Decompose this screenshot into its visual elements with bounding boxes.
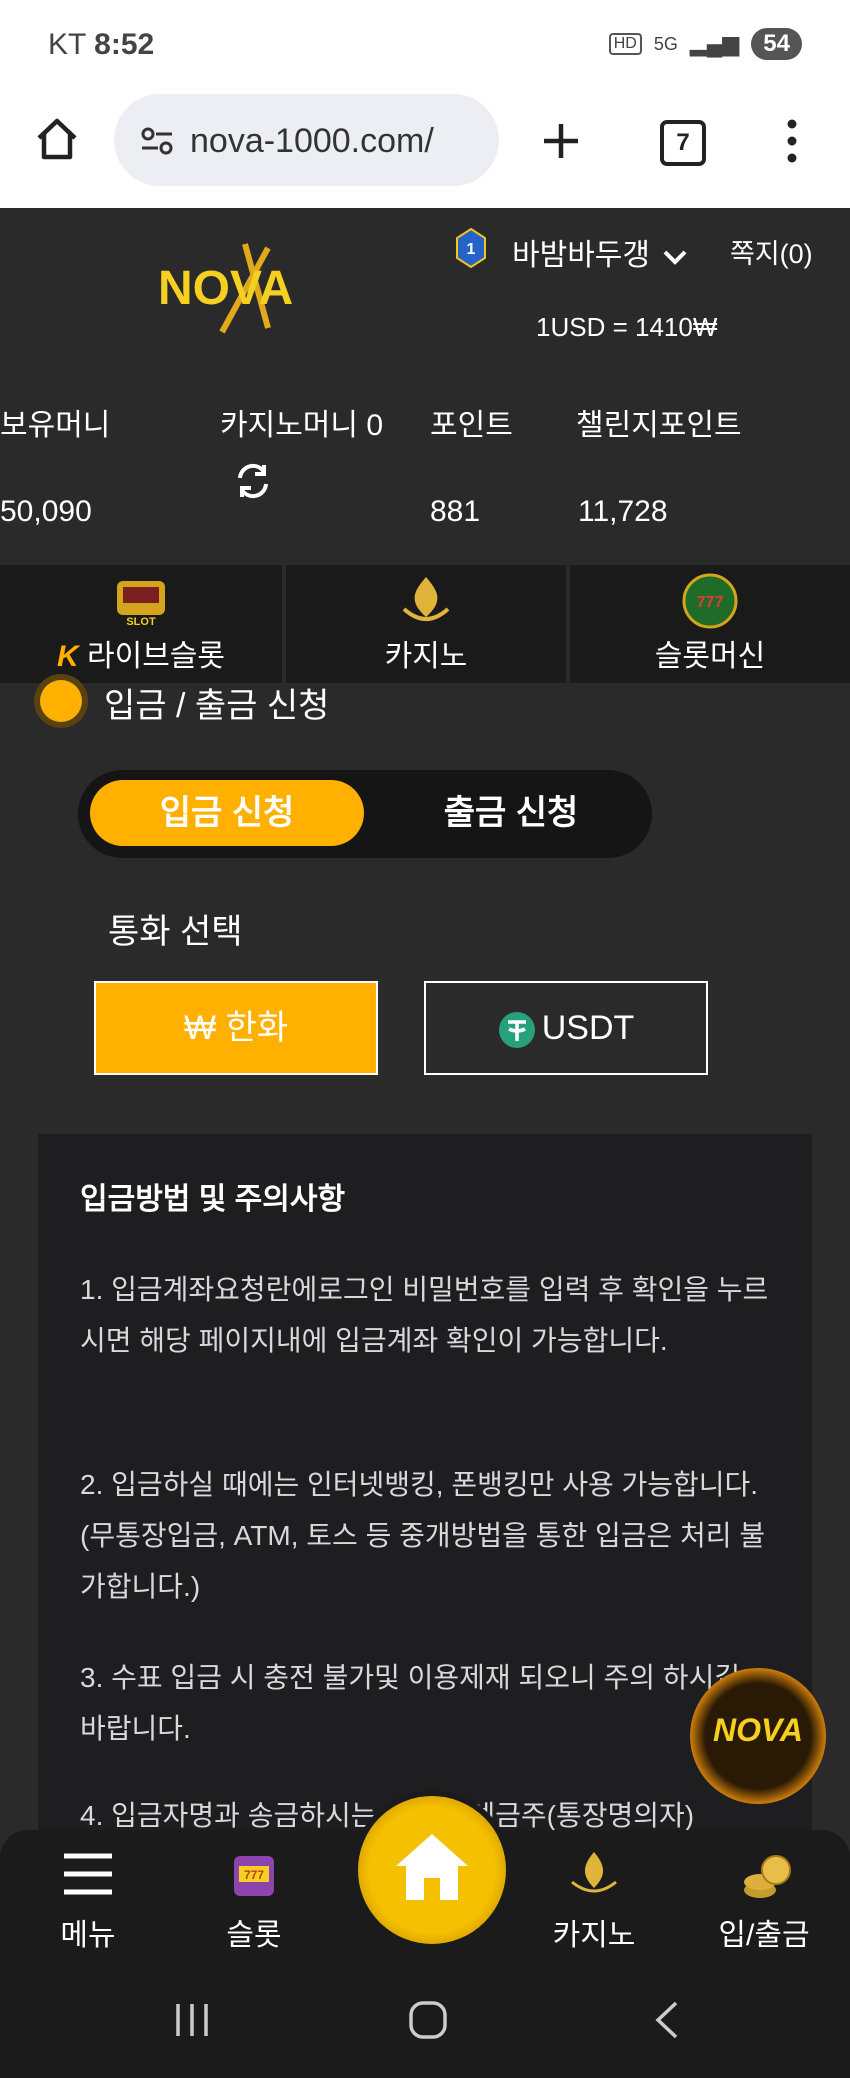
- nova-logo[interactable]: NOVA: [150, 238, 340, 338]
- usdt-label: USDT: [541, 1009, 635, 1047]
- currency-usdt-button[interactable]: USDT: [424, 981, 708, 1075]
- exchange-rate: 1USD = 1410₩: [536, 312, 718, 342]
- clock: 8:52: [94, 28, 155, 61]
- notice-title: 입금방법 및 주의사항: [80, 1183, 346, 1216]
- bottom-nav-deposit-withdraw[interactable]: 입/출금: [694, 1848, 834, 1958]
- menu-icon: [64, 1853, 112, 1895]
- floating-logo-text: NOVA: [712, 1712, 804, 1748]
- live-slot-icon: SLOT: [117, 581, 165, 628]
- notice-item: 3. 수표 입금 시 충전 불가및 이용제재 되오니 주의 하시길 바랍니다.: [80, 1662, 741, 1744]
- recent-apps-icon[interactable]: [172, 2002, 212, 2038]
- balance-label-challenge: 챌린지포인트: [576, 409, 742, 442]
- site-settings-icon[interactable]: [140, 126, 174, 156]
- new-tab-icon[interactable]: [540, 120, 582, 162]
- bottom-nav-label: 메뉴: [60, 1919, 116, 1952]
- 5g-icon: 5G: [653, 33, 678, 54]
- balance-label-money: 보유머니: [0, 409, 111, 442]
- game-nav-label: 카지노: [384, 640, 468, 673]
- home-icon: [396, 1834, 468, 1900]
- balance-label-point: 포인트: [430, 409, 513, 442]
- svg-text:777: 777: [244, 1868, 264, 1882]
- bottom-nav-label: 슬롯: [226, 1919, 282, 1952]
- status-carrier: KT 8:52: [48, 28, 154, 62]
- notice-item: 1. 입금계좌요청란에로그인 비밀번호를 입력 후 확인을 누르시면 해당 페이…: [80, 1274, 769, 1356]
- signal-icon: ▂▄▆: [689, 31, 740, 56]
- tab-switcher-button[interactable]: 7: [660, 120, 706, 166]
- status-icons: HD 5G ▂▄▆ 54: [608, 28, 802, 60]
- k-logo: K: [56, 640, 79, 673]
- status-bar: KT 8:52 HD 5G ▂▄▆ 54: [0, 0, 850, 90]
- slot-icon: 777: [234, 1856, 274, 1896]
- game-nav-casino[interactable]: 카지노: [286, 565, 566, 683]
- svg-text:SLOT: SLOT: [126, 616, 156, 628]
- chevron-down-icon: [663, 250, 687, 265]
- balance-label-casino: 카지노머니 0: [220, 409, 384, 442]
- hd-icon: HD: [608, 33, 642, 55]
- username-dropdown[interactable]: 바밤바두갱: [512, 230, 688, 274]
- bottom-nav-home[interactable]: [352, 1790, 512, 1950]
- balance-value-money: 50,090: [0, 495, 92, 528]
- url-text[interactable]: nova-1000.com/: [190, 122, 480, 161]
- balance-value-challenge: 11,728: [578, 495, 668, 528]
- game-nav-slot-machine[interactable]: 777 슬롯머신: [570, 565, 850, 683]
- more-options-icon[interactable]: [782, 118, 802, 164]
- bottom-nav-slot[interactable]: 777 슬롯: [184, 1848, 324, 1958]
- username-text: 바밤바두갱: [512, 239, 650, 272]
- game-nav-label: 라이브슬롯: [87, 640, 225, 673]
- bottom-nav-casino[interactable]: 카지노: [524, 1848, 664, 1958]
- system-home-icon[interactable]: [408, 2000, 448, 2040]
- site-header: [0, 208, 850, 565]
- bottom-nav-menu[interactable]: 메뉴: [18, 1848, 158, 1958]
- message-link[interactable]: 쪽지(0): [730, 232, 813, 271]
- tab-deposit[interactable]: 입금 신청: [90, 780, 364, 846]
- battery-indicator: 54: [751, 28, 802, 60]
- slot-machine-icon: 777: [682, 573, 738, 629]
- coins-icon: [744, 1855, 791, 1898]
- game-nav-live-slot[interactable]: SLOT K 라이브슬롯: [0, 565, 282, 683]
- home-icon[interactable]: [34, 116, 80, 162]
- bottom-nav-label: 입/출금: [718, 1919, 810, 1952]
- floating-nova-button[interactable]: NOVA: [690, 1668, 826, 1804]
- level-badge-icon: 1: [456, 228, 486, 268]
- carrier-text: KT: [48, 28, 86, 61]
- notice-item: 2. 입금하실 때에는 인터넷뱅킹, 폰뱅킹만 사용 가능합니다.(무통장입금,…: [80, 1469, 766, 1602]
- section-title: 입금 / 출금 신청: [104, 687, 330, 725]
- tab-withdraw[interactable]: 출금 신청: [380, 780, 642, 846]
- currency-krw-button[interactable]: ₩ 한화: [94, 981, 378, 1075]
- casino-icon: [571, 1852, 617, 1893]
- balance-value-point: 881: [430, 495, 481, 528]
- game-nav-label: 슬롯머신: [654, 640, 766, 673]
- back-icon[interactable]: [652, 2000, 682, 2040]
- section-bullet-icon: [40, 680, 82, 722]
- svg-text:777: 777: [697, 594, 724, 611]
- svg-text:1: 1: [467, 241, 476, 258]
- bottom-nav-label: 카지노: [552, 1919, 636, 1952]
- currency-title: 통화 선택: [108, 913, 243, 951]
- svg-text:NOVA: NOVA: [158, 262, 293, 315]
- casino-icon: [402, 577, 450, 621]
- tether-icon: [498, 1012, 535, 1049]
- refresh-icon[interactable]: [234, 462, 272, 500]
